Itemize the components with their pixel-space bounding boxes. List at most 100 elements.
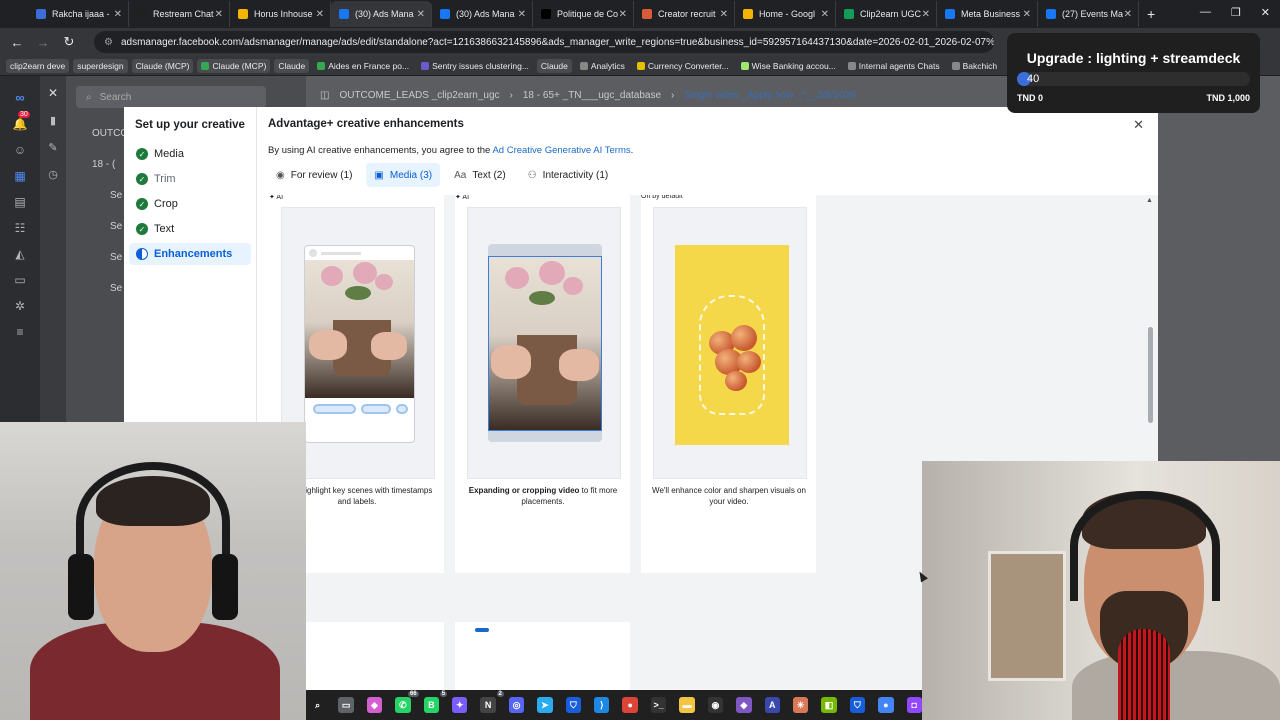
bookmark-item[interactable]: superdesign: [73, 58, 128, 73]
file-explorer-icon[interactable]: ▭: [338, 697, 354, 713]
restore-icon[interactable]: ❐: [1231, 6, 1241, 19]
tab-close-icon[interactable]: ✕: [922, 9, 930, 20]
bookmark-item[interactable]: Claude (MCP): [197, 58, 271, 73]
tab-interactivity[interactable]: ⚇ Interactivity (1): [520, 163, 617, 187]
bookmark-item[interactable]: Sentry issues clustering...: [417, 59, 533, 73]
reload-icon[interactable]: ↻: [62, 34, 76, 50]
telegram-icon[interactable]: ➤: [537, 697, 553, 713]
browser-tab[interactable]: Rakcha ijaaa - ✕: [28, 1, 129, 27]
menu-icon[interactable]: ≡: [12, 325, 28, 339]
twitch-icon[interactable]: ◘: [906, 697, 922, 713]
meta-logo-icon[interactable]: ∞: [0, 76, 40, 105]
tab-text[interactable]: Aa Text (2): [446, 163, 514, 187]
browser-tab[interactable]: Meta Business ✕: [937, 1, 1038, 27]
history-icon[interactable]: ◷: [40, 154, 66, 181]
browser-tab[interactable]: Home - Googl ✕: [735, 1, 836, 27]
browser-tab[interactable]: (30) Ads Mana ✕: [432, 1, 533, 27]
bookmark-item[interactable]: Analytics: [576, 59, 629, 73]
notifications-icon[interactable]: 🔔 30: [12, 111, 30, 131]
tab-close-icon[interactable]: ✕: [1023, 9, 1031, 20]
bookmark-item[interactable]: Wise Banking accou...: [737, 59, 840, 73]
enhancement-card-next-2[interactable]: [455, 622, 630, 697]
bookmark-item[interactable]: clip2earn deve: [6, 58, 70, 73]
obsidian-icon[interactable]: ◆: [736, 697, 752, 713]
breadcrumb-ad[interactable]: Single video _Apply now _*__2/8/2026: [684, 90, 855, 101]
tab-media[interactable]: ▣ Media (3): [366, 163, 441, 187]
vscode-icon[interactable]: ⟩: [594, 697, 610, 713]
tree-row[interactable]: Se: [92, 221, 128, 252]
back-icon[interactable]: ←: [10, 35, 24, 50]
tab-close-icon[interactable]: ✕: [316, 9, 324, 20]
bookmark-item[interactable]: Aides en France po...: [313, 59, 413, 73]
breadcrumb-adset[interactable]: 18 - 65+ _TN___ugc_database: [523, 90, 661, 101]
terminal-icon[interactable]: >_: [650, 697, 667, 713]
step-crop[interactable]: ✓ Crop: [129, 193, 251, 215]
tab-close-icon[interactable]: ✕: [720, 9, 728, 20]
tab-close-icon[interactable]: ✕: [821, 9, 829, 20]
enhancement-card-expand-crop[interactable]: ✦ AI Expanding or cropping video to fit …: [455, 195, 630, 573]
whatsapp-business-icon[interactable]: B5: [423, 691, 448, 713]
audiences-icon[interactable]: ☷: [12, 221, 28, 235]
close-panel-icon[interactable]: ✕: [40, 76, 66, 100]
tree-row[interactable]: Se: [92, 283, 128, 314]
tab-close-icon[interactable]: ✕: [518, 9, 526, 20]
billing-icon[interactable]: ▭: [12, 273, 28, 287]
bookmark-item[interactable]: Claude (MCP): [131, 58, 194, 73]
tab-close-icon[interactable]: ✕: [114, 9, 122, 20]
chrome-icon[interactable]: ●: [622, 697, 638, 713]
bookmark-item[interactable]: Bakchich: [948, 59, 1002, 73]
campaigns-icon[interactable]: ▦: [12, 169, 28, 183]
browser-tab[interactable]: (30) Ads Mana ✕: [331, 1, 432, 27]
settings-icon[interactable]: ✲: [12, 299, 28, 313]
browser-tab[interactable]: (27) Events Ma ✕: [1038, 1, 1139, 27]
bookmark-item[interactable]: Internal agents Chats: [844, 59, 944, 73]
bookmark-item[interactable]: Currency Converter...: [633, 59, 733, 73]
step-media[interactable]: ✓ Media: [129, 143, 251, 165]
minimize-icon[interactable]: —: [1200, 6, 1211, 19]
tree-row[interactable]: 18 - (: [92, 159, 128, 190]
copilot-icon[interactable]: ◆: [366, 697, 383, 713]
whatsapp-icon[interactable]: ✆ 66: [395, 691, 419, 713]
enhancement-card-visual-touchups[interactable]: On by default We'll enhance color and sh…: [641, 195, 816, 573]
app-icon[interactable]: A: [764, 697, 780, 713]
step-trim[interactable]: ✓ Trim: [129, 168, 251, 190]
bitwarden2-icon[interactable]: ⛉: [849, 697, 866, 713]
panel-toggle-icon[interactable]: ◫: [320, 90, 329, 101]
scroll-up-icon[interactable]: ▲: [1146, 197, 1153, 204]
bitwarden-icon[interactable]: ⛉: [565, 697, 582, 713]
reports-icon[interactable]: ▤: [12, 195, 28, 209]
site-info-icon[interactable]: ⚙: [104, 37, 113, 48]
notion-icon[interactable]: N2: [480, 691, 504, 713]
browser-tab[interactable]: Clip2earn UGC ✕: [836, 1, 937, 27]
tree-row[interactable]: OUTCO: [92, 128, 128, 159]
nvidia-icon[interactable]: ◧: [821, 697, 837, 713]
browser-tab[interactable]: Creator recruit ✕: [634, 1, 735, 27]
discord-icon[interactable]: ◎: [508, 697, 525, 713]
close-icon[interactable]: ✕: [1133, 117, 1144, 133]
ads-icon[interactable]: ◭: [12, 247, 28, 261]
search-icon[interactable]: ⌕: [310, 697, 326, 713]
ai-terms-link[interactable]: Ad Creative Generative AI Terms: [492, 145, 630, 156]
close-window-icon[interactable]: ✕: [1261, 6, 1270, 19]
tab-close-icon[interactable]: ✕: [417, 9, 425, 20]
tab-close-icon[interactable]: ✕: [215, 9, 223, 20]
scrollbar-thumb[interactable]: [1148, 327, 1153, 423]
bookmark-item[interactable]: Claude: [274, 58, 310, 73]
step-text[interactable]: ✓ Text: [129, 218, 251, 240]
step-enhancements[interactable]: Enhancements: [129, 243, 251, 265]
breadcrumb-campaign[interactable]: OUTCOME_LEADS _clip2earn_ugc: [339, 90, 499, 101]
bookmark-item[interactable]: Claude: [536, 58, 572, 73]
tree-row[interactable]: Se: [92, 190, 128, 221]
browser-tab[interactable]: Restream Chat ✕: [129, 1, 230, 27]
tree-search-input[interactable]: ⌕ Search: [76, 86, 266, 108]
edit-icon[interactable]: ✎: [40, 127, 66, 154]
url-field[interactable]: ⚙ adsmanager.facebook.com/adsmanager/man…: [94, 31, 994, 53]
chart-icon[interactable]: ▮: [40, 100, 66, 127]
github-icon[interactable]: ◉: [707, 697, 724, 713]
new-tab-icon[interactable]: +: [1147, 6, 1155, 22]
claude-icon[interactable]: ✳: [792, 697, 809, 713]
folder-icon[interactable]: ▬: [679, 697, 695, 713]
game-icon[interactable]: ✦: [452, 697, 468, 713]
chrome2-icon[interactable]: ●: [878, 697, 894, 713]
tab-for[interactable]: ◉ For review (1): [268, 163, 360, 187]
